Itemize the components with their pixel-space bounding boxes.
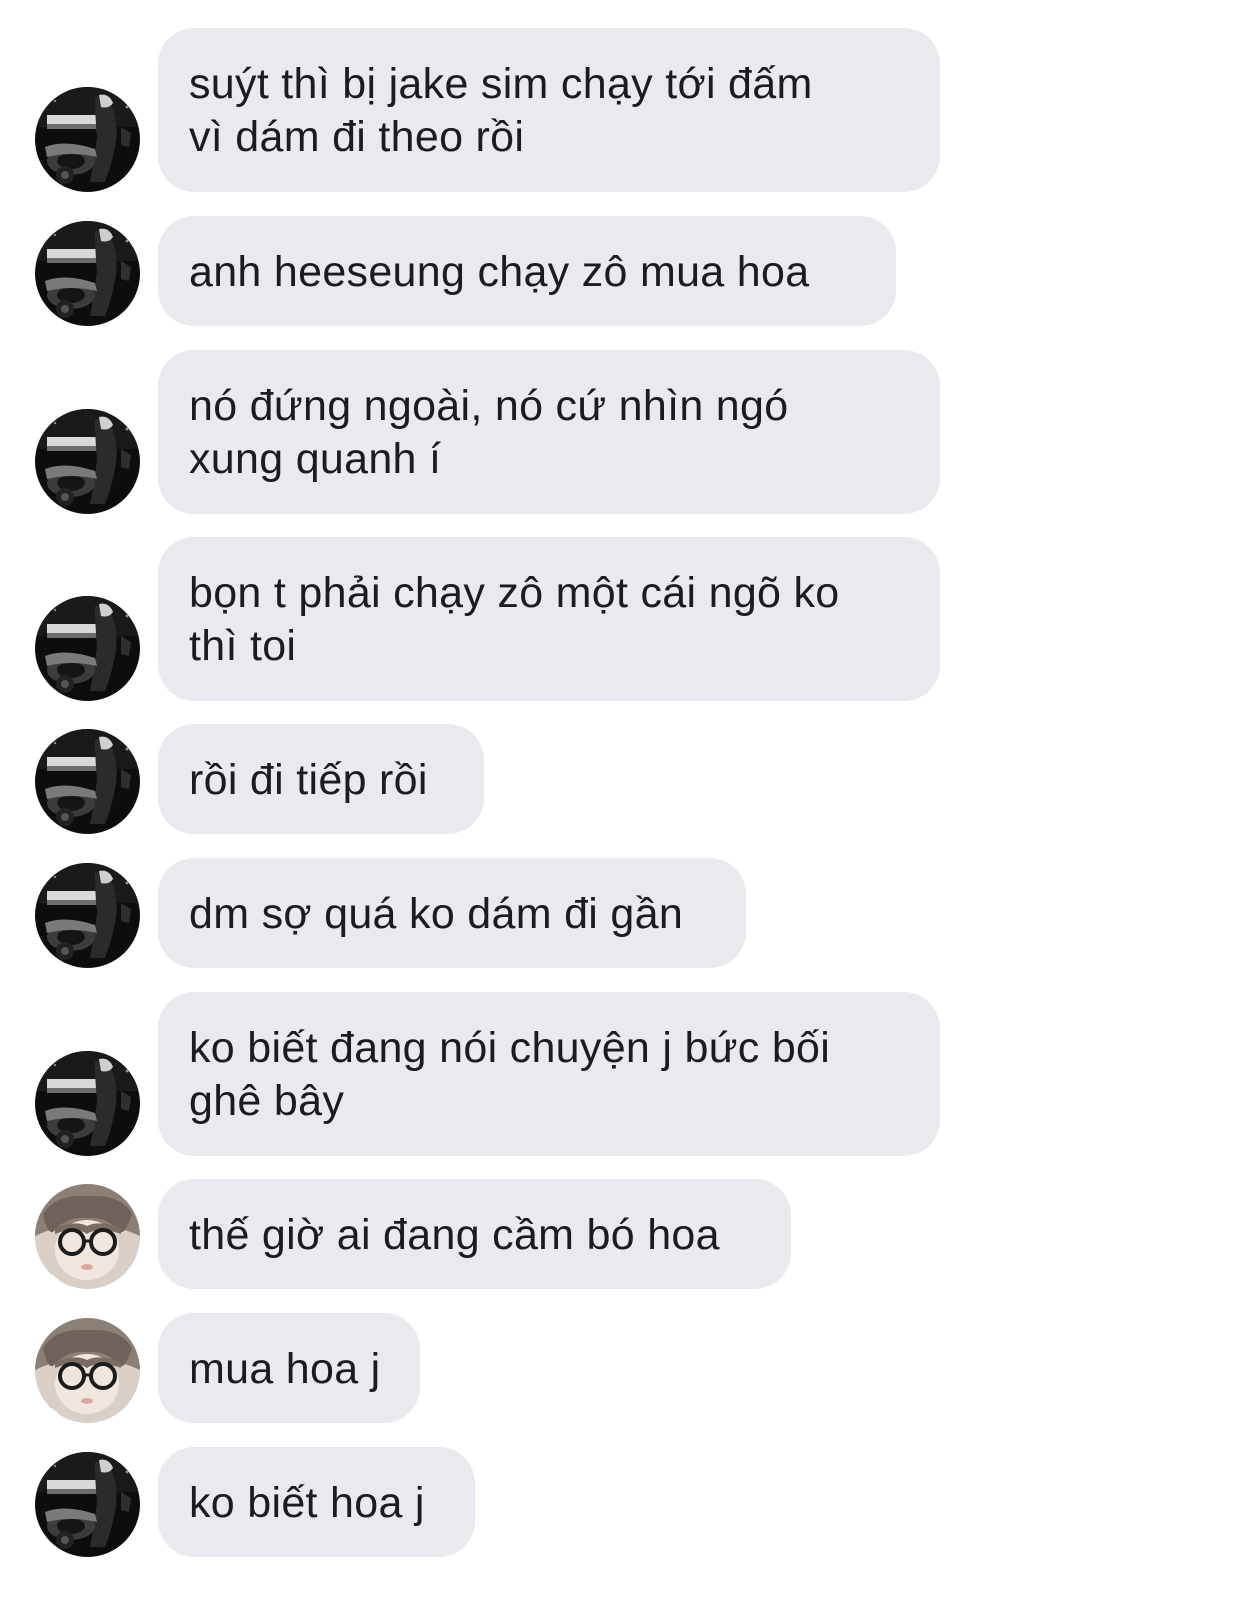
avatar-motorbike-icon[interactable] [35, 221, 140, 326]
message-bubble[interactable]: ko biết đang nói chuyện j bức bối ghê bâ… [158, 992, 940, 1156]
message-bubble[interactable]: thế giờ ai đang cầm bó hoa [158, 1179, 791, 1289]
message-row: ko biết đang nói chuyện j bức bối ghê bâ… [0, 992, 1242, 1156]
message-row: ko biết hoa j [0, 1447, 1242, 1557]
message-bubble[interactable]: dm sợ quá ko dám đi gần [158, 858, 746, 968]
avatar-motorbike-icon[interactable] [35, 596, 140, 701]
avatar-motorbike-icon[interactable] [35, 729, 140, 834]
avatar-glasses-icon[interactable] [35, 1318, 140, 1423]
avatar-motorbike-icon[interactable] [35, 87, 140, 192]
message-bubble[interactable]: mua hoa j [158, 1313, 420, 1423]
message-row: suýt thì bị jake sim chạy tới đấm vì dám… [0, 28, 1242, 192]
avatar-glasses-icon[interactable] [35, 1184, 140, 1289]
message-row: thế giờ ai đang cầm bó hoa [0, 1179, 1242, 1289]
message-bubble[interactable]: rồi đi tiếp rồi [158, 724, 484, 834]
message-bubble[interactable]: bọn t phải chạy zô một cái ngõ ko thì to… [158, 537, 940, 701]
message-bubble[interactable]: ko biết hoa j [158, 1447, 475, 1557]
message-row: anh heeseung chạy zô mua hoa [0, 216, 1242, 326]
avatar-motorbike-icon[interactable] [35, 409, 140, 514]
message-row: bọn t phải chạy zô một cái ngõ ko thì to… [0, 537, 1242, 701]
message-bubble[interactable]: anh heeseung chạy zô mua hoa [158, 216, 896, 326]
message-row: nó đứng ngoài, nó cứ nhìn ngó xung quanh… [0, 350, 1242, 514]
message-bubble[interactable]: nó đứng ngoài, nó cứ nhìn ngó xung quanh… [158, 350, 940, 514]
message-bubble[interactable]: suýt thì bị jake sim chạy tới đấm vì dám… [158, 28, 940, 192]
message-row: rồi đi tiếp rồi [0, 724, 1242, 834]
message-row: mua hoa j [0, 1313, 1242, 1423]
message-row: dm sợ quá ko dám đi gần [0, 858, 1242, 968]
avatar-motorbike-icon[interactable] [35, 1452, 140, 1557]
avatar-motorbike-icon[interactable] [35, 863, 140, 968]
message-thread: suýt thì bị jake sim chạy tới đấm vì dám… [0, 0, 1242, 1612]
avatar-motorbike-icon[interactable] [35, 1051, 140, 1156]
